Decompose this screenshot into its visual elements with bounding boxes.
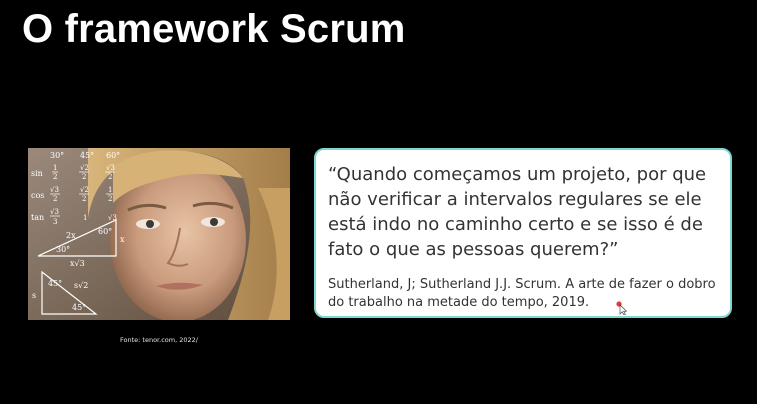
svg-text:3: 3 (53, 218, 57, 226)
svg-text:√2: √2 (80, 164, 89, 172)
slide-title: O framework Scrum (22, 7, 406, 51)
label-x-sqrt3: x√3 (70, 259, 85, 268)
label-cos: cos (31, 191, 44, 200)
label-30: 30° (50, 151, 64, 160)
label-sin: sin (31, 169, 43, 178)
mouse-pointer-icon (616, 301, 628, 315)
svg-text:2: 2 (108, 173, 112, 181)
label-60: 60° (106, 151, 120, 160)
quote-card: “Quando começamos um projeto, por que nã… (314, 148, 732, 318)
svg-text:2: 2 (53, 195, 57, 203)
label-tri-45: 45° (48, 279, 62, 288)
label-tri-60: 60° (98, 227, 112, 236)
svg-text:√3: √3 (50, 208, 59, 216)
svg-text:√3: √3 (106, 164, 115, 172)
meme-image: 30° 45° 60° sin cos tan 12 √2 2 √3 2 √3 2 √… (28, 148, 290, 320)
svg-text:1: 1 (108, 186, 112, 194)
label-tri-30: 30° (56, 245, 70, 254)
label-s-sqrt2: s√2 (74, 281, 88, 290)
svg-text:2: 2 (82, 195, 86, 203)
label-tri-45b: 45° (72, 303, 86, 312)
svg-text:2: 2 (82, 173, 86, 181)
svg-text:√3: √3 (50, 186, 59, 194)
label-x: x (120, 235, 125, 244)
svg-text:√2: √2 (80, 186, 89, 194)
meme-illustration: 30° 45° 60° sin cos tan 12 √22 √32 √32 √… (28, 148, 290, 320)
quote-text: “Quando começamos um projeto, por que nã… (328, 164, 707, 260)
label-2x: 2x (66, 231, 76, 240)
label-45: 45° (80, 151, 94, 160)
label-s: s (32, 291, 36, 300)
label-tan: tan (31, 213, 44, 222)
image-caption: Fonte: tenor.com, 2022/ (120, 336, 198, 344)
svg-text:2: 2 (53, 173, 57, 181)
quote-source: Sutherland, J; Sutherland J.J. Scrum. A … (328, 277, 716, 310)
svg-text:2: 2 (108, 195, 112, 203)
svg-text:1: 1 (53, 164, 57, 172)
svg-text:1: 1 (83, 214, 87, 222)
